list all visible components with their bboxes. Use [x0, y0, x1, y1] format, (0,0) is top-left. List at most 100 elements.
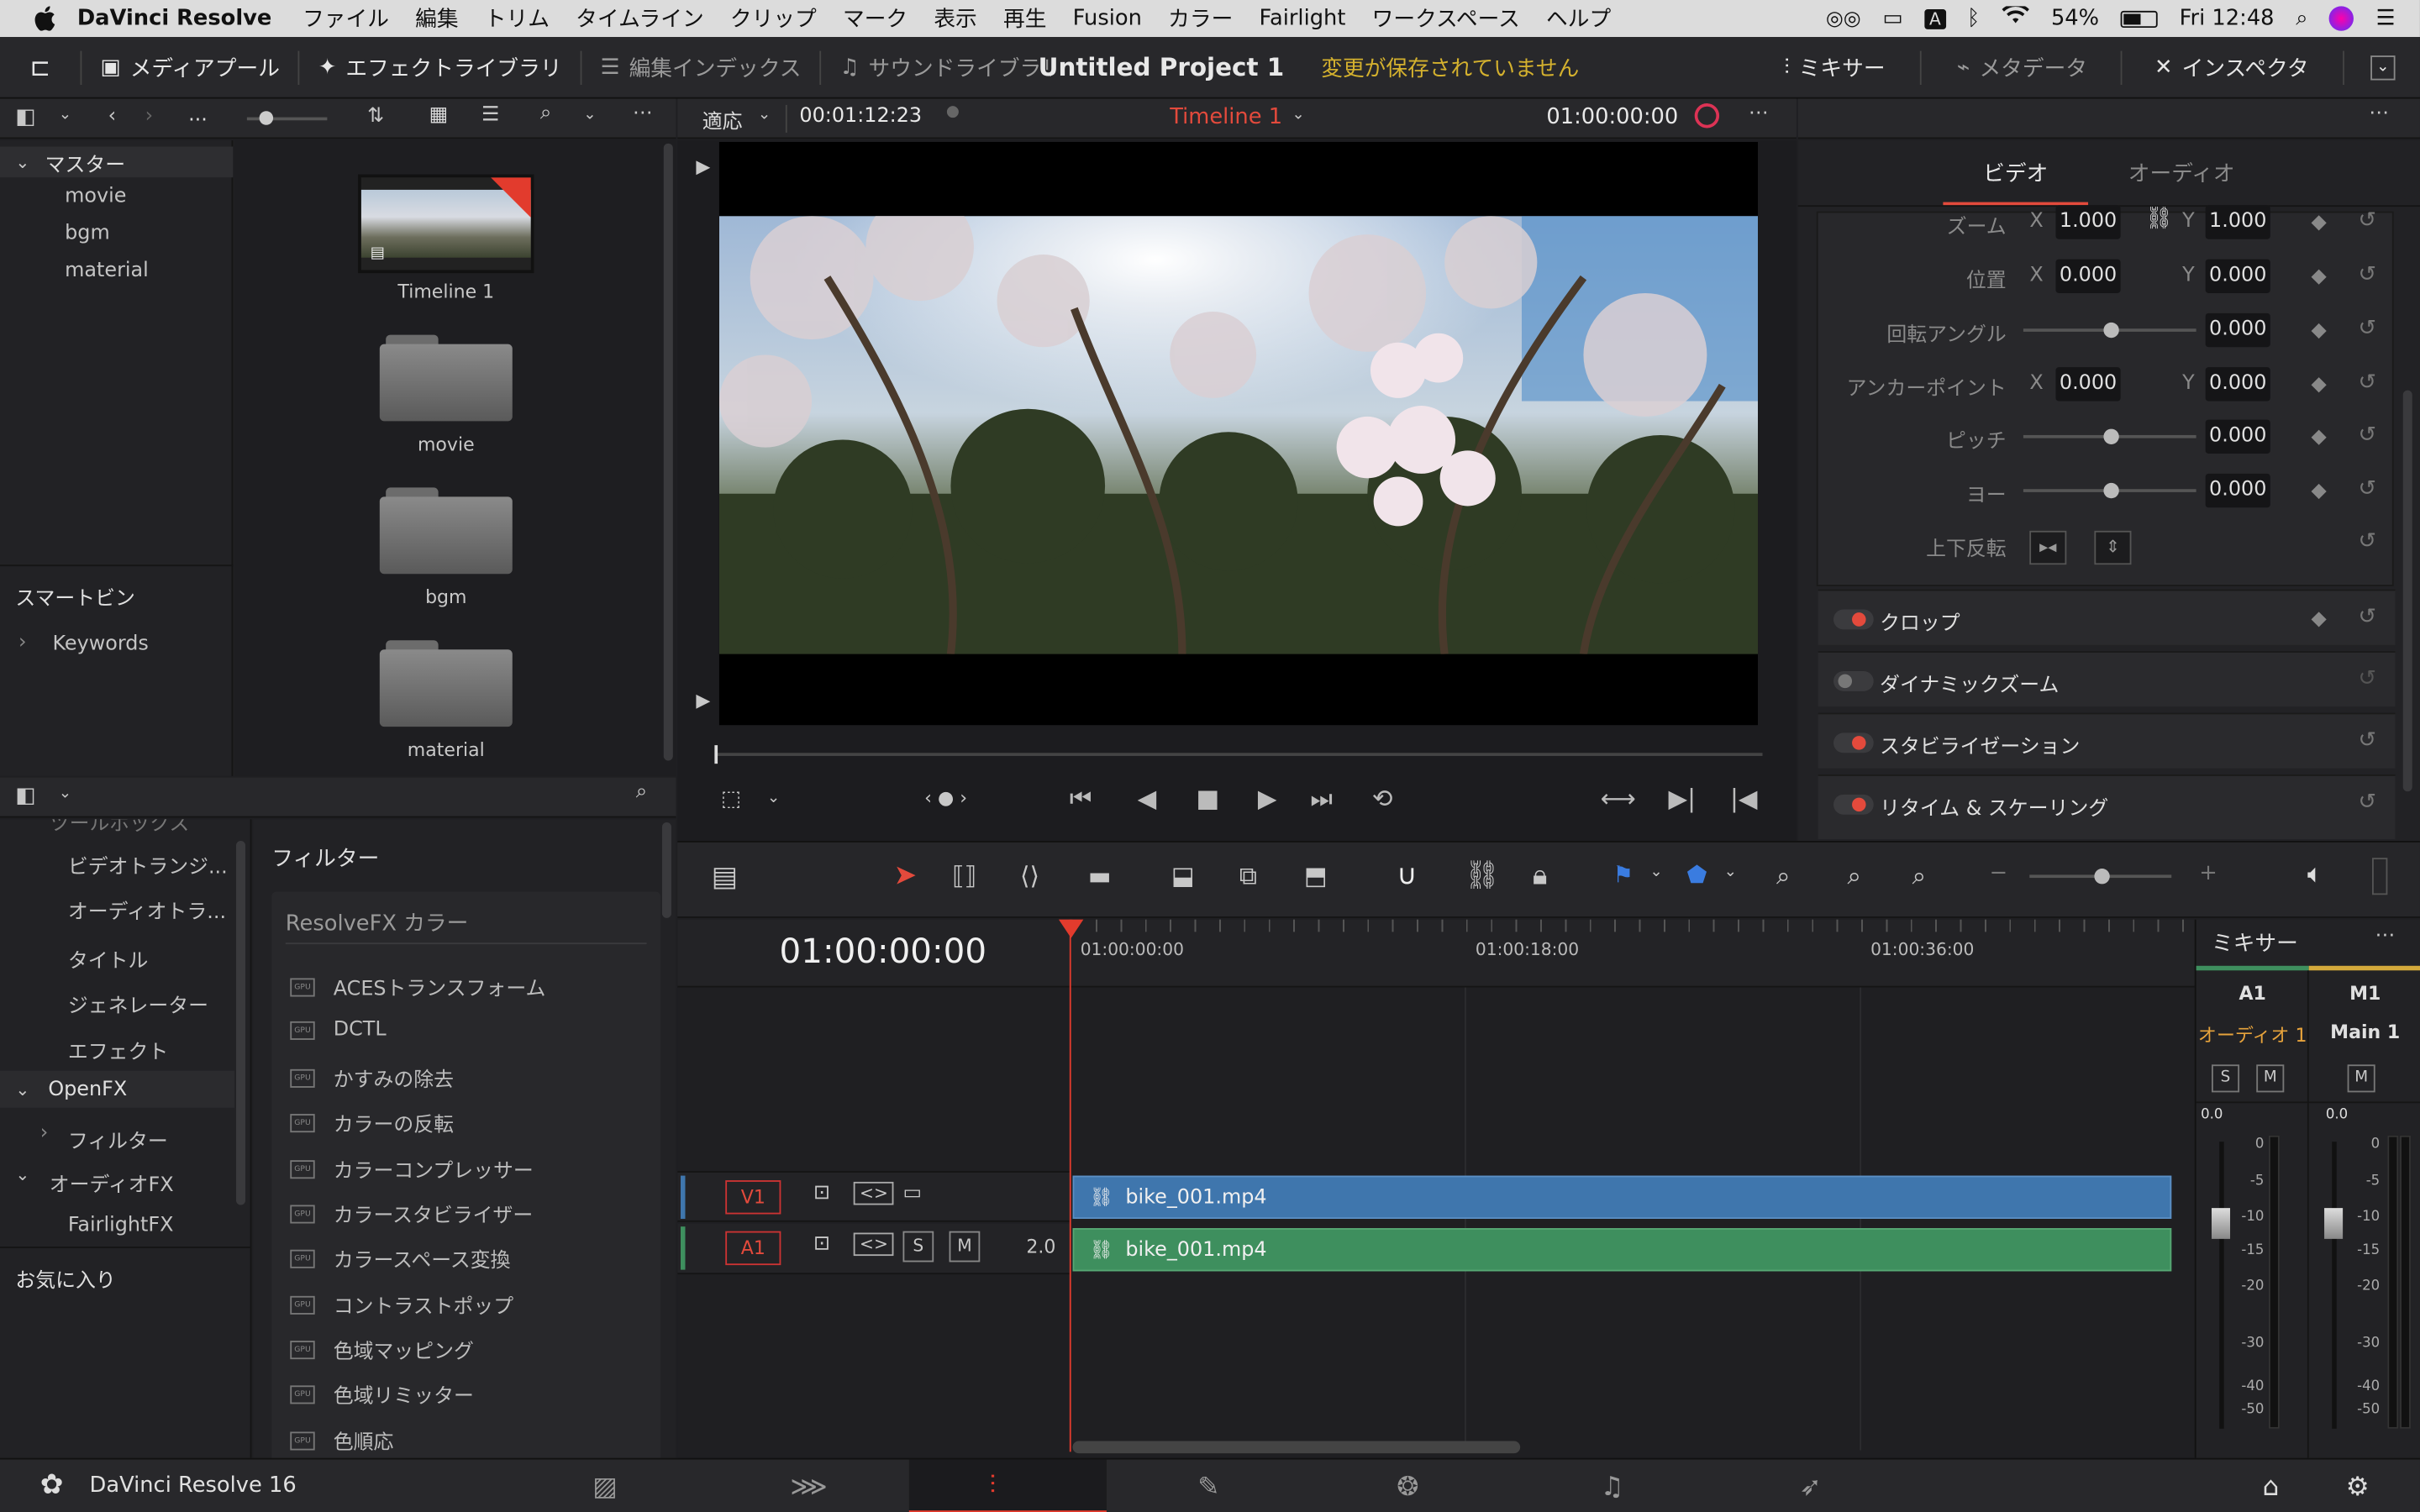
- play-reverse-icon[interactable]: ◀: [1138, 784, 1157, 813]
- chevron-down-icon[interactable]: ⌄: [59, 107, 71, 123]
- out-in-icon[interactable]: |◀: [1730, 784, 1758, 813]
- reset-icon[interactable]: ↺: [2358, 790, 2376, 814]
- slider-knob[interactable]: [2094, 869, 2110, 885]
- scrollbar-thumb[interactable]: [236, 841, 246, 1205]
- folder-icon[interactable]: [379, 640, 513, 727]
- mixer-button[interactable]: ⫶ ミキサー: [1765, 36, 1903, 97]
- reset-icon[interactable]: ↺: [2358, 370, 2376, 395]
- fader-knob[interactable]: [2211, 1208, 2231, 1239]
- rotation-slider[interactable]: [2023, 322, 2196, 339]
- reset-icon[interactable]: ↺: [2358, 262, 2376, 286]
- lock-icon[interactable]: 🔒︎: [1533, 859, 1548, 892]
- edit-page-tab[interactable]: ⫶: [908, 1459, 1107, 1512]
- reset-icon[interactable]: ↺: [2358, 477, 2376, 501]
- inspector-button[interactable]: ✕ インスペクタ: [2136, 36, 2328, 97]
- anchor-x-field[interactable]: 0.000: [2055, 367, 2121, 402]
- toggle-crop[interactable]: [1833, 609, 1874, 630]
- chevron-down-icon[interactable]: ⌄: [1649, 864, 1662, 881]
- input-mode-icon[interactable]: A: [1924, 8, 1946, 29]
- menu-edit[interactable]: 編集: [415, 3, 458, 34]
- toggle-stabilization[interactable]: [1833, 732, 1874, 753]
- dynamic-trim-icon[interactable]: ⟨⟩: [1020, 861, 1039, 890]
- color-page-icon[interactable]: ❂: [1397, 1472, 1418, 1503]
- category-generators[interactable]: ジェネレーター: [68, 989, 208, 1019]
- app-menu[interactable]: DaVinci Resolve: [77, 6, 272, 30]
- timeline-timecode[interactable]: 01:00:00:00: [780, 933, 987, 972]
- fusion-page-icon[interactable]: ✎: [1197, 1472, 1219, 1503]
- timeline-view-options-icon[interactable]: ▤: [712, 861, 738, 894]
- slider-knob[interactable]: [259, 111, 274, 125]
- link-icon[interactable]: ⛓: [1465, 859, 1500, 892]
- search-icon[interactable]: ⌕: [636, 780, 647, 804]
- metadata-button[interactable]: ⌁ メタデータ: [1939, 36, 2106, 97]
- openfx-group[interactable]: ⌄ OpenFX: [0, 1070, 235, 1108]
- menu-trim[interactable]: トリム: [485, 3, 550, 34]
- timeline-ruler[interactable]: 01:00:00:00 01:00:18:00 01:00:36:00: [1071, 919, 2195, 988]
- in-out-icon[interactable]: ▶|: [1668, 784, 1696, 813]
- openfx-filters[interactable]: フィルター: [68, 1125, 168, 1154]
- effect-item[interactable]: GPU カラーの反転: [290, 1108, 454, 1137]
- zoom-detail-icon[interactable]: ⌕: [1848, 861, 1861, 892]
- track-id-a1[interactable]: A1: [725, 1231, 781, 1266]
- effects-library-button[interactable]: ✦ エフェクトライブラリ: [300, 36, 581, 97]
- bin-material[interactable]: material: [65, 260, 149, 283]
- fader-track[interactable]: [2219, 1142, 2224, 1429]
- viewer-canvas[interactable]: [718, 141, 1759, 726]
- more-options-icon[interactable]: ⋯: [633, 102, 653, 125]
- chevron-right-icon[interactable]: ›: [18, 631, 27, 654]
- trim-tool-icon[interactable]: ⟦⟧: [952, 861, 976, 890]
- expand-panel-button[interactable]: ⌄: [2352, 36, 2413, 97]
- slider-knob[interactable]: [2103, 428, 2119, 444]
- timeline-playhead[interactable]: [1069, 919, 1071, 1452]
- insert-clip-icon[interactable]: ⬓: [1171, 861, 1195, 890]
- tab-audio[interactable]: オーディオ: [2128, 157, 2235, 188]
- menu-view[interactable]: 表示: [934, 3, 976, 34]
- skip-to-start-icon[interactable]: ⏮: [1070, 784, 1092, 815]
- chevron-down-icon[interactable]: ⌄: [758, 107, 771, 123]
- mute-button[interactable]: M: [2256, 1064, 2285, 1093]
- effect-item[interactable]: GPU かすみの除去: [290, 1063, 454, 1092]
- stop-icon[interactable]: ■: [1196, 784, 1219, 813]
- blade-tool-icon[interactable]: ▬: [1088, 861, 1112, 890]
- airplay-icon[interactable]: ▭: [1882, 6, 1902, 30]
- marker-icon[interactable]: ⬟: [1687, 861, 1707, 889]
- out-point-icon[interactable]: ▶︎: [696, 690, 710, 711]
- media-page-icon[interactable]: ▨: [592, 1472, 618, 1503]
- link-icon[interactable]: ⛓: [2145, 207, 2173, 231]
- zoom-slider[interactable]: [2029, 869, 2172, 885]
- video-clip[interactable]: ⛓ bike_001.mp4: [1072, 1175, 2172, 1219]
- fader-knob[interactable]: [2324, 1208, 2344, 1239]
- toolbox-header[interactable]: ツールボックス: [50, 819, 189, 836]
- skip-to-end-icon[interactable]: ⏭: [1310, 784, 1332, 815]
- lock-icon[interactable]: ⊡: [813, 1233, 830, 1257]
- rotation-field[interactable]: 0.000: [2205, 312, 2270, 348]
- zoom-custom-icon[interactable]: ⌕: [1912, 861, 1926, 892]
- sort-icon[interactable]: ⇅: [367, 105, 384, 129]
- anchor-y-field[interactable]: 0.000: [2205, 367, 2270, 402]
- fairlightfx-item[interactable]: FairlightFX: [68, 1214, 174, 1237]
- workspace-layout-button[interactable]: ⊏: [0, 36, 81, 97]
- mute-button[interactable]: M: [949, 1231, 981, 1263]
- effect-item[interactable]: GPU カラーコンプレッサー: [290, 1154, 534, 1184]
- scrollbar-thumb[interactable]: [663, 143, 673, 761]
- sidebar-toggle-icon[interactable]: ◧: [15, 105, 35, 129]
- category-audio-transitions[interactable]: オーディオトラ...: [68, 895, 226, 925]
- auto-select-icon[interactable]: <>: [853, 1181, 895, 1205]
- solo-button[interactable]: S: [902, 1231, 934, 1263]
- reset-icon[interactable]: ↺: [2358, 317, 2376, 341]
- keyframe-icon[interactable]: [2311, 612, 2327, 627]
- category-effects[interactable]: エフェクト: [68, 1035, 168, 1065]
- auto-select-icon[interactable]: <>: [853, 1232, 895, 1257]
- keywords-bin[interactable]: Keywords: [52, 633, 148, 656]
- favorites-header[interactable]: お気に入り: [15, 1263, 115, 1294]
- snapping-icon[interactable]: ∪: [1397, 859, 1417, 892]
- menu-fusion[interactable]: Fusion: [1073, 6, 1142, 30]
- reset-icon[interactable]: ↺: [2358, 529, 2376, 554]
- effect-item[interactable]: GPU 色域マッピング: [290, 1335, 474, 1364]
- more-options-icon[interactable]: ⋯: [2375, 924, 2396, 948]
- back-arrow-icon[interactable]: ‹: [108, 105, 117, 129]
- siri-icon[interactable]: [2329, 6, 2354, 31]
- cut-page-icon[interactable]: ⋙: [790, 1472, 827, 1503]
- deliver-page-icon[interactable]: ➶: [1800, 1472, 1822, 1503]
- glasses-icon[interactable]: ◎◎: [1826, 7, 1861, 30]
